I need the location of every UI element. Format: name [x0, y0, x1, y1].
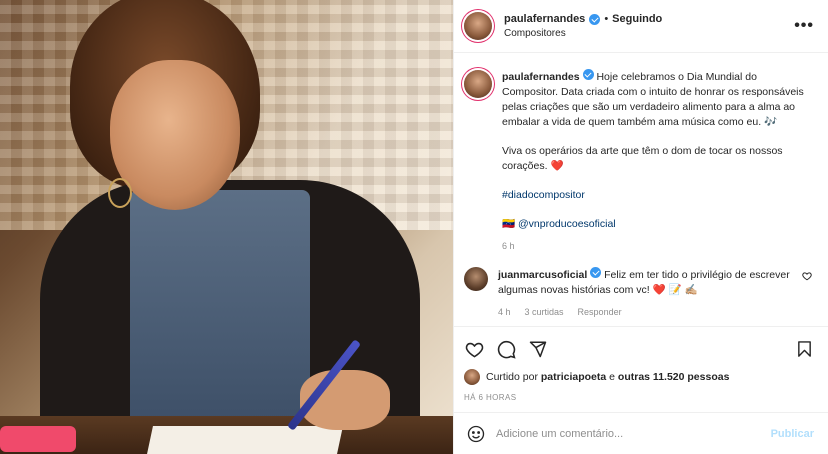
action-icons: [464, 335, 814, 363]
comment-meta: 4 h 3 curtidas Responder: [498, 305, 790, 320]
header-text: paulafernandes • Seguindo Compositores: [504, 13, 794, 39]
verified-icon: [582, 69, 594, 80]
verified-icon: [590, 267, 602, 278]
caption-block: paulafernandes Hoje celebramos o Dia Mun…: [464, 69, 814, 232]
commenter-avatar[interactable]: [464, 267, 488, 291]
author-avatar[interactable]: [464, 12, 492, 40]
liked-conj: e: [609, 371, 615, 383]
reply-button[interactable]: Responder: [578, 305, 622, 320]
comment-likes[interactable]: 3 curtidas: [525, 305, 564, 320]
post-sidebar: paulafernandes • Seguindo Compositores •…: [453, 0, 828, 454]
overalls-shape: [130, 190, 310, 420]
emoji-icon[interactable]: [466, 424, 486, 444]
author-username[interactable]: paulafernandes: [504, 13, 585, 25]
mention-link[interactable]: @vnproducoesoficial: [518, 218, 616, 230]
post-timestamp[interactable]: HÁ 6 HORAS: [464, 393, 814, 402]
paper-shape: [147, 426, 343, 454]
caption-username[interactable]: paulafernandes: [502, 71, 580, 83]
bookmark-icon[interactable]: [794, 339, 814, 359]
post-image[interactable]: [0, 0, 453, 454]
comment-content: juanmarcusoficial Feliz em ter tido o pr…: [498, 267, 790, 320]
more-icon[interactable]: •••: [794, 17, 814, 35]
actions-bar: Curtido por patriciapoeta e outras 11.52…: [454, 326, 828, 402]
phone-shape: [0, 426, 76, 452]
flag-emoji: 🇻🇪: [502, 218, 516, 230]
comment-item: juanmarcusoficial Feliz em ter tido o pr…: [464, 267, 814, 320]
caption-avatar[interactable]: [464, 70, 492, 98]
following-button[interactable]: Seguindo: [612, 13, 662, 25]
liked-user[interactable]: patriciapoeta: [541, 371, 606, 383]
comment-input[interactable]: [496, 427, 761, 440]
post-location[interactable]: Compositores: [504, 28, 794, 39]
publish-button[interactable]: Publicar: [771, 428, 814, 440]
separator-dot: •: [604, 13, 609, 25]
comment-composer: Publicar: [454, 412, 828, 454]
hashtag-link[interactable]: #diadocompositor: [502, 188, 814, 203]
commenter-username[interactable]: juanmarcusoficial: [498, 269, 587, 281]
heart-icon[interactable]: [464, 339, 484, 359]
liked-prefix: Curtido por: [486, 371, 538, 383]
share-icon[interactable]: [528, 339, 548, 359]
earring-shape: [108, 178, 132, 208]
caption-timestamp[interactable]: 6 h: [502, 241, 814, 251]
comment-icon[interactable]: [496, 339, 516, 359]
comment-time[interactable]: 4 h: [498, 305, 511, 320]
comment-like-heart-icon[interactable]: [800, 271, 814, 320]
caption-paragraph-2: Viva os operários da arte que têm o dom …: [502, 145, 783, 172]
liker-avatar[interactable]: [464, 369, 480, 385]
caption-text: paulafernandes Hoje celebramos o Dia Mun…: [502, 69, 814, 232]
post-header: paulafernandes • Seguindo Compositores •…: [454, 0, 828, 53]
verified-icon: [589, 13, 601, 25]
likes-summary: Curtido por patriciapoeta e outras 11.52…: [464, 369, 814, 385]
comments-area[interactable]: paulafernandes Hoje celebramos o Dia Mun…: [454, 53, 828, 326]
post-modal: paulafernandes • Seguindo Compositores •…: [0, 0, 828, 454]
liked-others[interactable]: outras 11.520 pessoas: [618, 371, 730, 383]
